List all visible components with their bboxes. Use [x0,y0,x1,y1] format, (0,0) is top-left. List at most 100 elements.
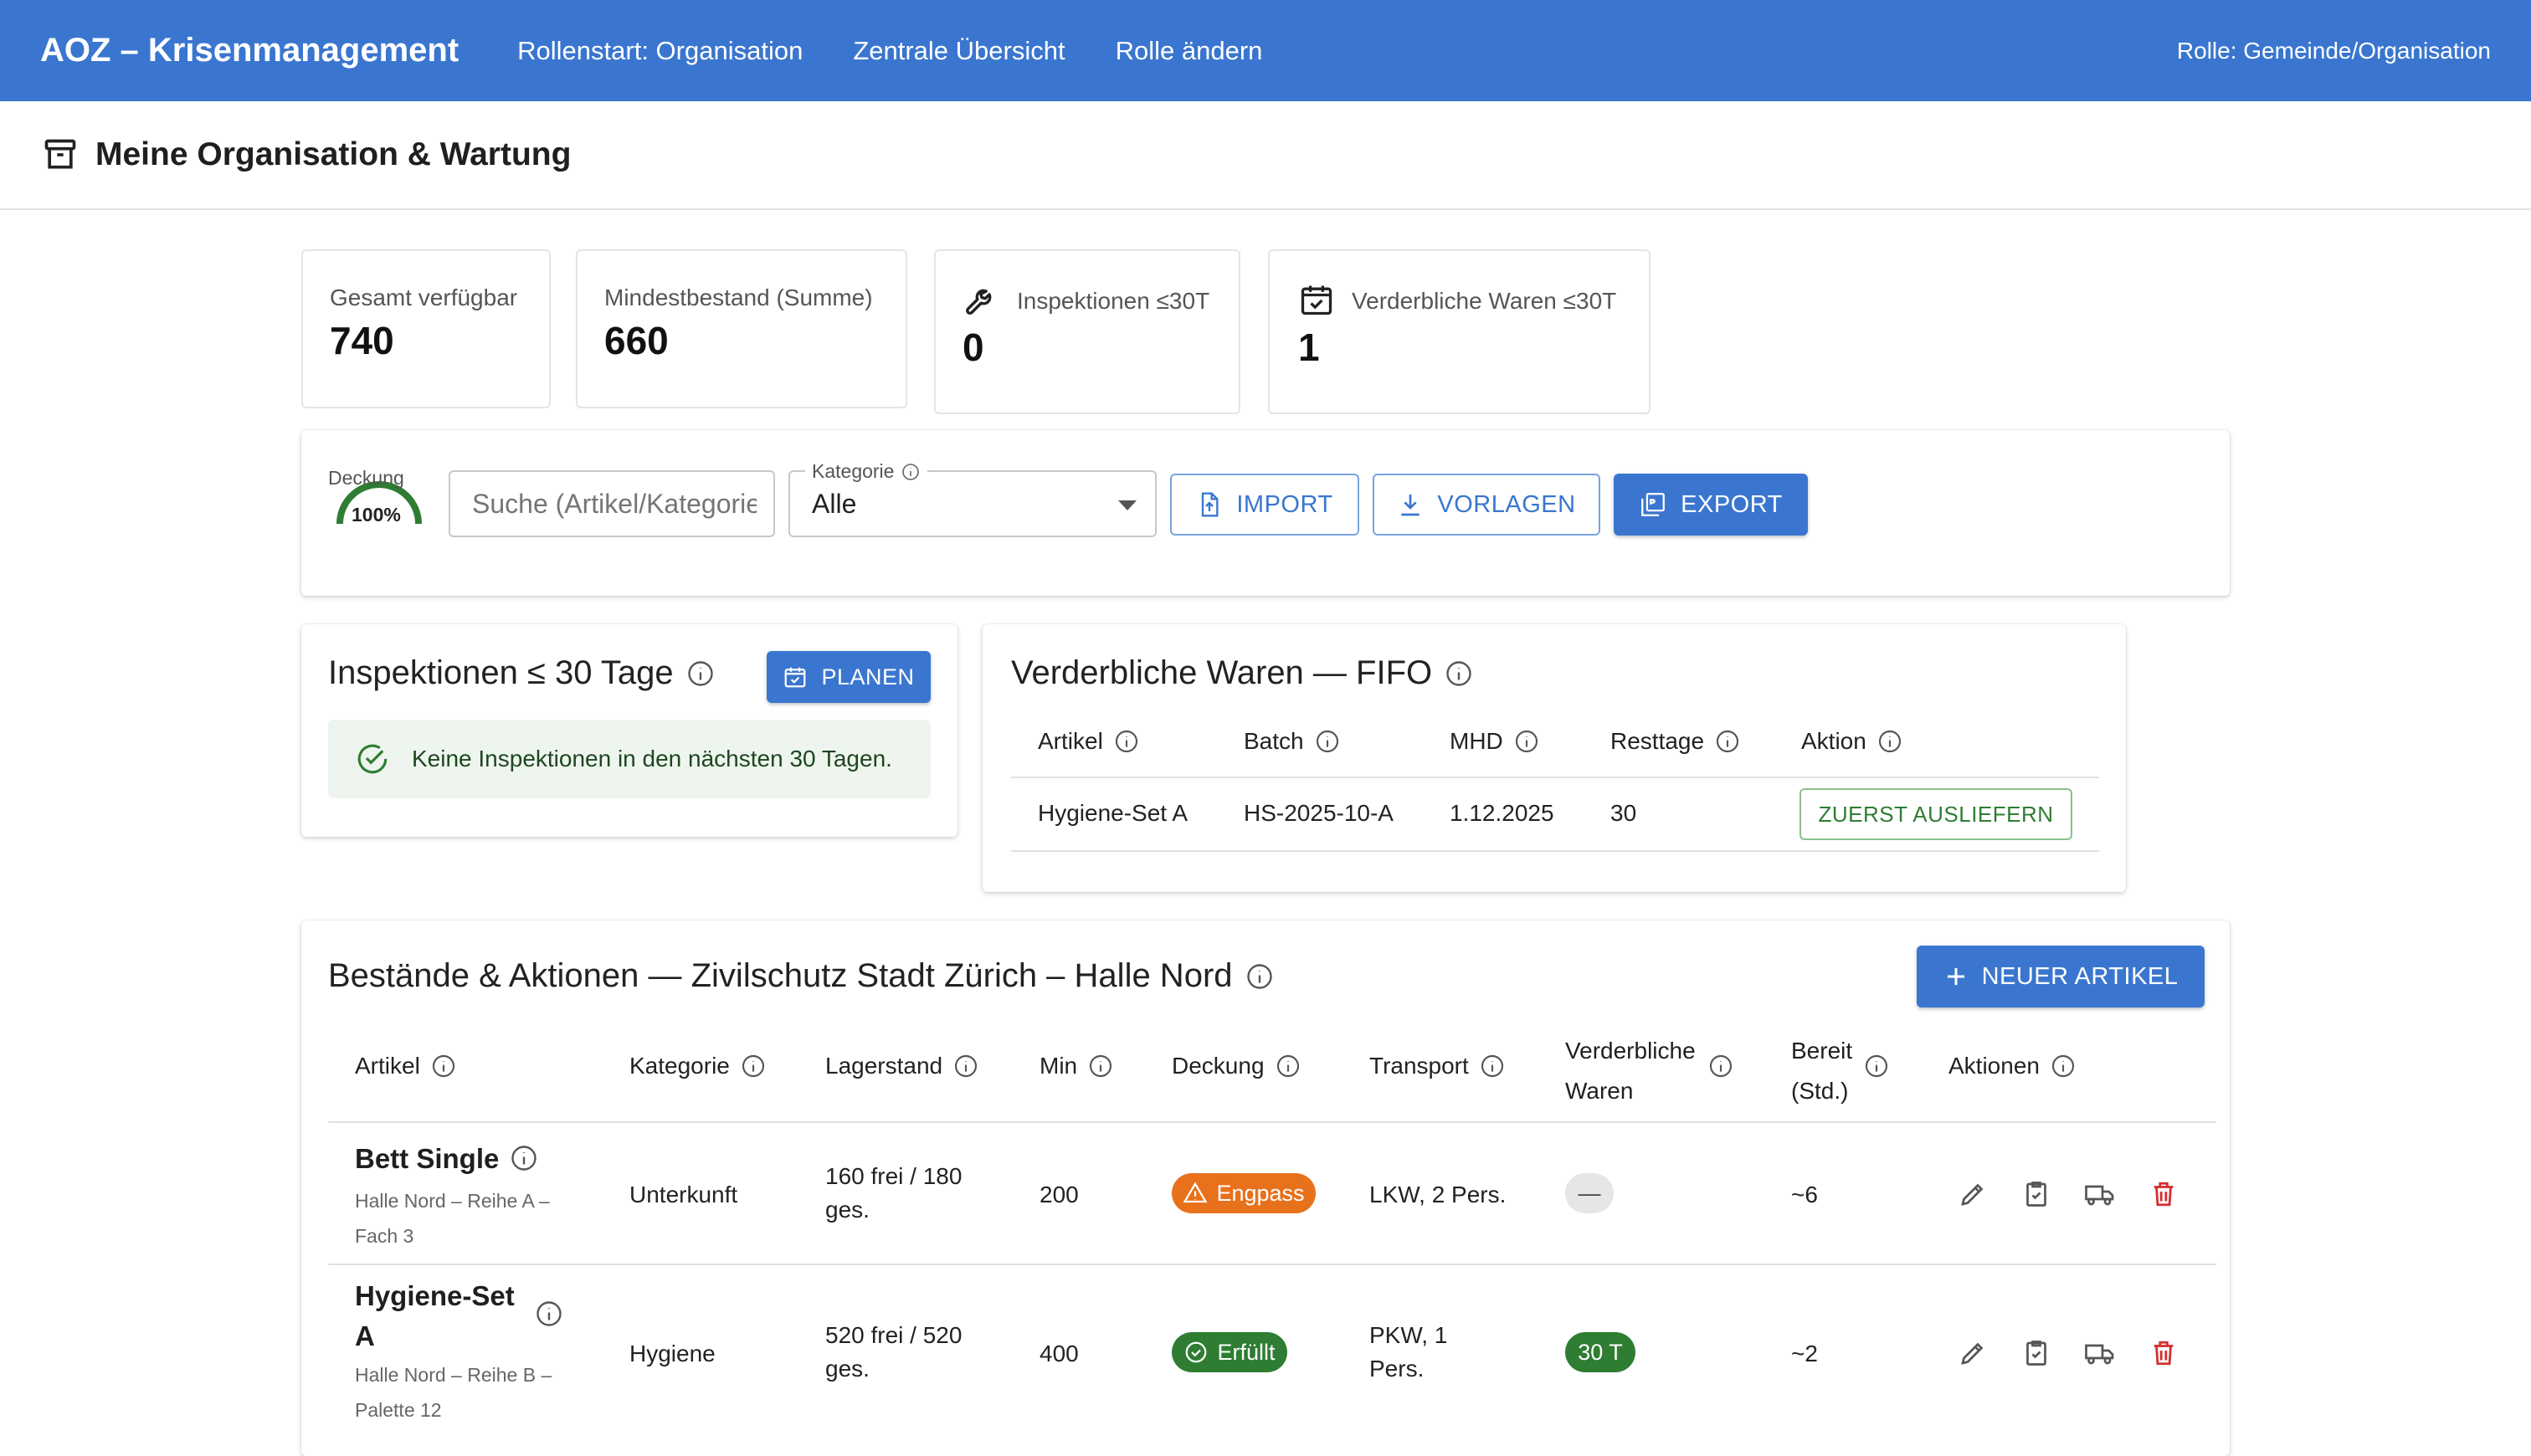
stock-col-lagerstand: Lagerstand [825,1053,979,1079]
nav-link-rolle-aendern[interactable]: Rolle ändern [1116,36,1263,66]
col-label: Lagerstand [825,1053,943,1079]
category-select-value: Alle [812,489,857,519]
new-article-button[interactable]: NEUER ARTIKEL [1917,946,2205,1007]
edit-pencil-icon[interactable] [1953,1175,1992,1213]
info-icon [685,659,716,689]
col-label: Deckung [1172,1053,1265,1079]
divider [328,1121,2216,1123]
edit-pencil-icon[interactable] [1953,1334,1992,1372]
app-title[interactable]: AOZ – Krisenmanagement [40,32,459,69]
col-label: Bereit [1791,1038,1853,1064]
trash-icon[interactable] [2144,1334,2183,1372]
clipboard-check-icon[interactable] [2017,1175,2056,1213]
current-role-label: Rolle: Gemeinde/Organisation [2176,37,2491,64]
pdf-export-icon [1639,490,1667,519]
fifo-col-aktion: Aktion [1801,728,1903,755]
clipboard-check-icon[interactable] [2017,1334,2056,1372]
cell-lagerstand: 160 frei / 180 [825,1163,963,1189]
kpi-label: Inspektionen ≤30T [1017,288,1210,314]
info-icon [1863,1053,1890,1079]
search-field[interactable] [449,470,775,537]
templates-button[interactable]: VORLAGEN [1373,474,1600,536]
coverage-label: Deckung [328,467,404,489]
divider [1011,777,2099,778]
stock-title-text: Bestände & Aktionen — Zivilschutz Stadt … [328,957,1233,994]
stock-title: Bestände & Aktionen — Zivilschutz Stadt … [328,957,1275,995]
info-icon [430,1053,457,1079]
caret-down-icon [1118,500,1137,510]
kpi-card-total-available: Gesamt verfügbar 740 [301,249,551,408]
info-icon [2050,1053,2077,1079]
import-button-label: IMPORT [1236,490,1333,518]
info-icon [1087,1053,1114,1079]
nav-link-zentrale-uebersicht[interactable]: Zentrale Übersicht [853,36,1065,66]
col-label: Aktion [1801,728,1866,754]
deliver-first-button[interactable]: ZUERST AUSLIEFERN [1799,788,2072,840]
status-badge-erfuellt: Erfüllt [1172,1332,1287,1372]
nav-link-rollenstart[interactable]: Rollenstart: Organisation [517,36,803,66]
status-badge-engpass: Engpass [1172,1173,1316,1213]
page-title: Meine Organisation & Wartung [95,136,572,172]
category-select[interactable]: Kategorie Alle [788,460,1157,537]
file-upload-icon [1196,491,1223,518]
kpi-card-min-stock: Mindestbestand (Summe) 660 [576,249,907,408]
inspections-card: Inspektionen ≤ 30 Tage PLANEN Keine Insp… [301,624,957,837]
article-location: Halle Nord – Reihe A – [355,1190,550,1212]
category-label-text: Kategorie [812,460,895,482]
info-icon [901,462,921,482]
kpi-label: Verderbliche Waren ≤30T [1352,288,1617,314]
perishable-badge-days: 30 T [1565,1332,1635,1372]
info-icon [534,1299,564,1329]
category-select-label: Kategorie [805,460,928,483]
info-icon [1444,659,1474,689]
stock-card: Bestände & Aktionen — Zivilschutz Stadt … [301,920,2230,1456]
inspections-empty-alert: Keine Inspektionen in den nächsten 30 Ta… [328,720,931,798]
inspections-title: Inspektionen ≤ 30 Tage [328,654,716,692]
stock-col-kategorie: Kategorie [629,1053,767,1079]
kpi-value: 0 [963,326,984,369]
import-button[interactable]: IMPORT [1170,474,1359,536]
truck-icon[interactable] [2081,1334,2119,1372]
truck-icon[interactable] [2081,1175,2119,1213]
info-icon [1275,1053,1301,1079]
coverage-value: 100% [352,504,401,525]
plus-icon [1943,964,1969,989]
download-icon [1397,491,1424,518]
info-icon [740,1053,767,1079]
fifo-col-mhd: MHD [1450,728,1540,755]
cell-transport: Pers. [1369,1356,1425,1382]
fifo-col-artikel: Artikel [1038,728,1140,755]
archive-box-icon [42,136,79,173]
kpi-value: 1 [1298,326,1320,369]
fifo-cell-artikel: Hygiene-Set A [1038,800,1188,826]
kpi-card-perishables: Verderbliche Waren ≤30T 1 [1268,249,1651,414]
plan-button[interactable]: PLANEN [767,651,931,703]
article-name: A [355,1320,375,1351]
trash-icon[interactable] [2144,1175,2183,1213]
article-location: Fach 3 [355,1225,414,1247]
fifo-cell-resttage: 30 [1610,800,1637,826]
info-icon [1479,1053,1506,1079]
search-input[interactable] [472,489,757,520]
col-label: Batch [1244,728,1304,754]
article-name: Hygiene-Set [355,1280,515,1311]
info-icon [1245,961,1275,992]
cell-kategorie: Hygiene [629,1341,716,1366]
export-button[interactable]: EXPORT [1614,474,1808,536]
col-label: Waren [1565,1078,1634,1104]
templates-button-label: VORLAGEN [1437,490,1576,518]
check-circle-icon [1183,1340,1209,1365]
stock-col-transport: Transport [1369,1053,1506,1079]
app-bar: AOZ – Krisenmanagement Rollenstart: Orga… [0,0,2531,101]
col-label: Kategorie [629,1053,730,1079]
col-label: Min [1040,1053,1078,1079]
cell-lagerstand: ges. [825,1197,870,1223]
col-label: (Std.) [1791,1078,1849,1104]
col-label: Verderbliche [1565,1038,1696,1064]
info-icon [1707,1053,1734,1079]
col-label: Artikel [1038,728,1103,754]
coverage-gauge: Deckung 100% [328,464,430,531]
calendar-check-icon [783,664,808,690]
perishable-badge-none: — [1565,1173,1614,1213]
status-badge-label: Engpass [1216,1180,1305,1206]
